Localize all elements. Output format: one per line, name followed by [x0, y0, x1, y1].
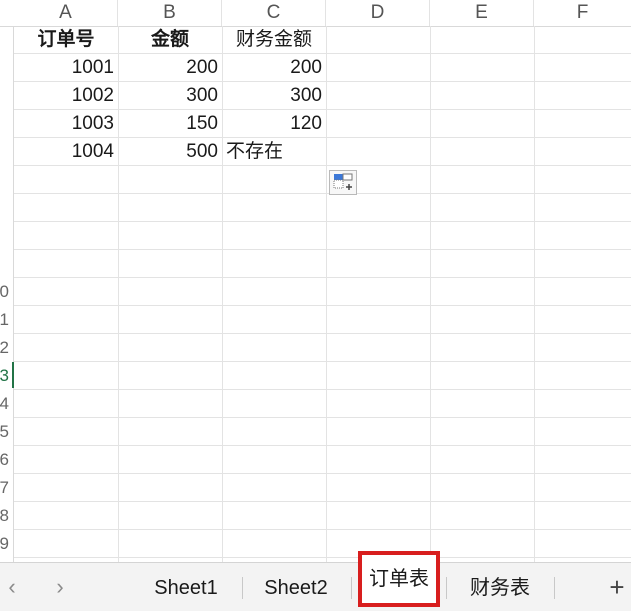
column-header-c[interactable]: C	[222, 0, 326, 26]
tab-finance-sheet[interactable]: 财务表	[452, 567, 548, 609]
grid-line	[430, 26, 431, 562]
column-header-a[interactable]: A	[14, 0, 118, 26]
grid-line	[14, 389, 631, 390]
tab-separator	[446, 577, 447, 599]
tab-separator	[351, 577, 352, 599]
cell-b3[interactable]: 300	[118, 82, 222, 110]
row-header[interactable]: 5	[0, 418, 9, 446]
cell-a2[interactable]: 1001	[14, 54, 118, 82]
plus-icon: +	[609, 572, 625, 602]
cell-grid[interactable]: 订单号 金额 财务金额 1001 200 200 1002 300 300 10…	[14, 26, 631, 562]
add-sheet-button[interactable]: +	[605, 572, 629, 602]
grid-line	[14, 529, 631, 530]
prev-sheet-button[interactable]: ‹	[2, 575, 22, 599]
tab-order-sheet[interactable]: 订单表	[358, 551, 440, 607]
cell-c4[interactable]: 120	[222, 110, 326, 138]
column-header-f[interactable]: F	[534, 0, 631, 26]
cell-b1[interactable]: 金额	[118, 26, 222, 54]
row-header[interactable]: 6	[0, 446, 9, 474]
grid-line	[14, 501, 631, 502]
cell-a1[interactable]: 订单号	[14, 26, 118, 54]
row-header[interactable]: 9	[0, 530, 9, 558]
grid-line	[14, 305, 631, 306]
row-header-strip: 0 1 2 3 4 5 6 7 8 9	[0, 26, 14, 562]
row-header[interactable]: 1	[0, 306, 9, 334]
column-header-b[interactable]: B	[118, 0, 222, 26]
grid-line	[14, 249, 631, 250]
row-header[interactable]: 7	[0, 474, 9, 502]
tab-sheet2[interactable]: Sheet2	[248, 567, 344, 609]
grid-line	[326, 26, 327, 562]
grid-line	[14, 473, 631, 474]
grid-line	[14, 361, 631, 362]
tab-separator	[554, 577, 555, 599]
cell-b2[interactable]: 200	[118, 54, 222, 82]
next-sheet-button[interactable]: ›	[50, 575, 70, 599]
row-header[interactable]: 2	[0, 334, 9, 362]
cell-c2[interactable]: 200	[222, 54, 326, 82]
chevron-left-icon: ‹	[8, 574, 16, 599]
grid-line	[14, 417, 631, 418]
spreadsheet-window: A B C D E F 0 1 2 3 4 5 6 7 8 9 订单号 金额 财…	[0, 0, 631, 611]
sheet-tab-bar: ‹ › Sheet1 Sheet2 订单表 财务表 +	[0, 551, 631, 611]
grid-line	[14, 557, 631, 558]
grid-line	[14, 193, 631, 194]
row-header-active[interactable]: 3	[0, 362, 9, 390]
grid-line	[14, 221, 631, 222]
cell-c3[interactable]: 300	[222, 82, 326, 110]
cell-a5[interactable]: 1004	[14, 138, 118, 166]
paste-options-button[interactable]	[329, 170, 357, 195]
row-header[interactable]: 4	[0, 390, 9, 418]
grid-line	[14, 445, 631, 446]
paste-options-icon	[333, 173, 353, 190]
cell-b4[interactable]: 150	[118, 110, 222, 138]
grid-line	[14, 333, 631, 334]
grid-line	[534, 26, 535, 562]
row-header[interactable]: 8	[0, 502, 9, 530]
cell-c1[interactable]: 财务金额	[222, 26, 326, 54]
tab-separator	[242, 577, 243, 599]
chevron-right-icon: ›	[56, 574, 64, 599]
column-header-d[interactable]: D	[326, 0, 430, 26]
row-header[interactable]: 0	[0, 278, 9, 306]
cell-a3[interactable]: 1002	[14, 82, 118, 110]
tab-sheet1[interactable]: Sheet1	[136, 567, 236, 609]
grid-line	[14, 277, 631, 278]
cell-c5[interactable]: 不存在	[222, 138, 326, 166]
cell-a4[interactable]: 1003	[14, 110, 118, 138]
column-header-row: A B C D E F	[0, 0, 631, 27]
column-header-e[interactable]: E	[430, 0, 534, 26]
cell-b5[interactable]: 500	[118, 138, 222, 166]
